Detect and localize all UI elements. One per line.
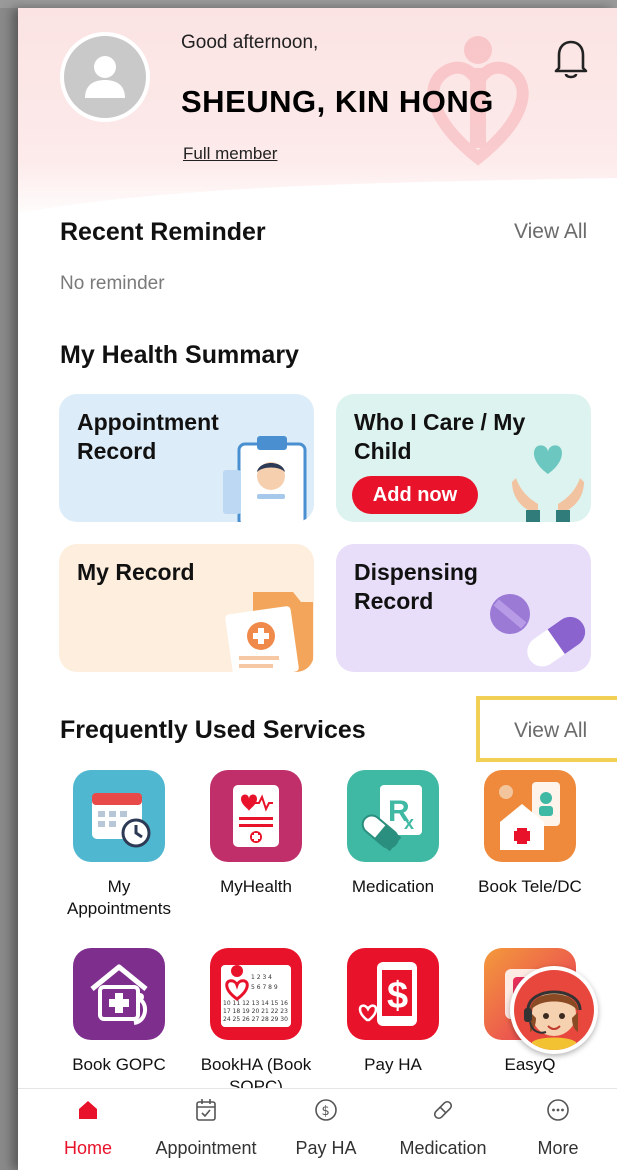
service-book-tele-dc[interactable]: Book Tele/DC [465,770,595,898]
service-label: Book GOPC [72,1055,166,1074]
device-frame [0,0,617,8]
medical-folder-icon [225,592,313,672]
tab-label: More [537,1138,579,1158]
reminder-view-all-link[interactable]: View All [514,220,587,244]
ha-calendar-icon: 1 2 3 4 5 6 7 8 9 10 11 12 13 14 15 16 1… [210,948,302,1040]
svg-text:24 25 26 27 28 29 30: 24 25 26 27 28 29 30 [223,1016,288,1023]
svg-text:1 2 3 4: 1 2 3 4 [251,974,272,981]
card-title: My Record [77,559,195,585]
services-title: Frequently Used Services [60,716,366,744]
no-reminder-text: No reminder [60,273,165,294]
tab-label: Medication [399,1138,487,1158]
home-icon [79,1101,97,1119]
dispensing-record-card[interactable]: Dispensing Record [336,544,591,672]
tab-medication[interactable]: Medication [390,1097,496,1159]
more-dots-icon [547,1099,569,1121]
service-label: EasyQ [504,1055,556,1074]
calendar-check-icon [196,1099,216,1121]
user-silhouette-icon [85,56,125,98]
member-status-link[interactable]: Full member [183,144,277,164]
tab-home[interactable]: Home [56,1097,120,1159]
svg-text:x: x [404,813,414,833]
recent-reminder-title: Recent Reminder [60,218,266,246]
avatar[interactable] [60,32,150,122]
service-my-appointments[interactable]: My Appointments [54,770,184,920]
pills-icon [490,594,586,667]
svg-text:5 6 7 8 9: 5 6 7 8 9 [251,984,278,991]
app-screen: Good afternoon, SHEUNG, KIN HONG Full me… [18,8,617,1170]
appointment-record-card[interactable]: Appointment Record [59,394,314,522]
user-name: SHEUNG, KIN HONG [181,84,494,119]
service-label: MyHealth [220,877,292,896]
support-agent-avatar-icon [524,990,582,1050]
clipboard-doctor-icon [223,436,307,522]
pay-phone-icon: $ [347,948,439,1040]
house-stethoscope-icon [73,948,165,1040]
profile-header: Good afternoon, SHEUNG, KIN HONG Full me… [18,8,617,238]
svg-text:$: $ [387,975,408,1017]
dollar-circle-icon: $ [315,1099,337,1121]
service-myhealth[interactable]: MyHealth [191,770,321,898]
svg-text:10 11 12 13 14 15 16: 10 11 12 13 14 15 16 [223,1000,288,1007]
home-teleconsult-icon [484,770,576,862]
tab-pay-ha[interactable]: $ Pay HA [286,1097,366,1159]
service-book-gopc[interactable]: Book GOPC [54,948,184,1076]
service-label: Pay HA [364,1055,422,1074]
bell-icon[interactable] [551,36,591,80]
services-view-all-link[interactable]: View All [514,719,587,743]
tab-label: Appointment [155,1138,257,1158]
add-now-button[interactable]: Add now [352,476,478,514]
pill-icon [433,1100,453,1120]
service-medication[interactable]: R x Medication [328,770,458,898]
service-bookha[interactable]: 1 2 3 4 5 6 7 8 9 10 11 12 13 14 15 16 1… [191,948,321,1098]
who-i-care-card[interactable]: Who I Care / My Child Add now [336,394,591,522]
heart-hands-icon [512,445,584,522]
greeting-text: Good afternoon, [181,32,319,53]
svg-text:17 18 19 20 21 22 23: 17 18 19 20 21 22 23 [223,1008,288,1015]
calendar-clock-icon [73,770,165,862]
service-label: My Appointments [67,877,171,918]
health-notebook-icon [210,770,302,862]
my-record-card[interactable]: My Record [59,544,314,672]
tab-label: Pay HA [295,1138,357,1158]
service-label: Medication [351,877,435,896]
service-pay-ha[interactable]: $ Pay HA [328,948,458,1076]
tab-appointment[interactable]: Appointment [146,1097,266,1159]
rx-pill-icon: R x [347,770,439,862]
svg-text:$: $ [322,1104,330,1119]
tab-label: Home [63,1138,112,1158]
health-summary-title: My Health Summary [60,341,299,369]
bottom-tab-bar: Home Appointment $ Pay HA Medication Mor… [18,1088,617,1170]
tab-more[interactable]: More [526,1097,590,1159]
chat-assistant-button[interactable] [510,966,598,1054]
service-label: Book Tele/DC [478,877,582,896]
